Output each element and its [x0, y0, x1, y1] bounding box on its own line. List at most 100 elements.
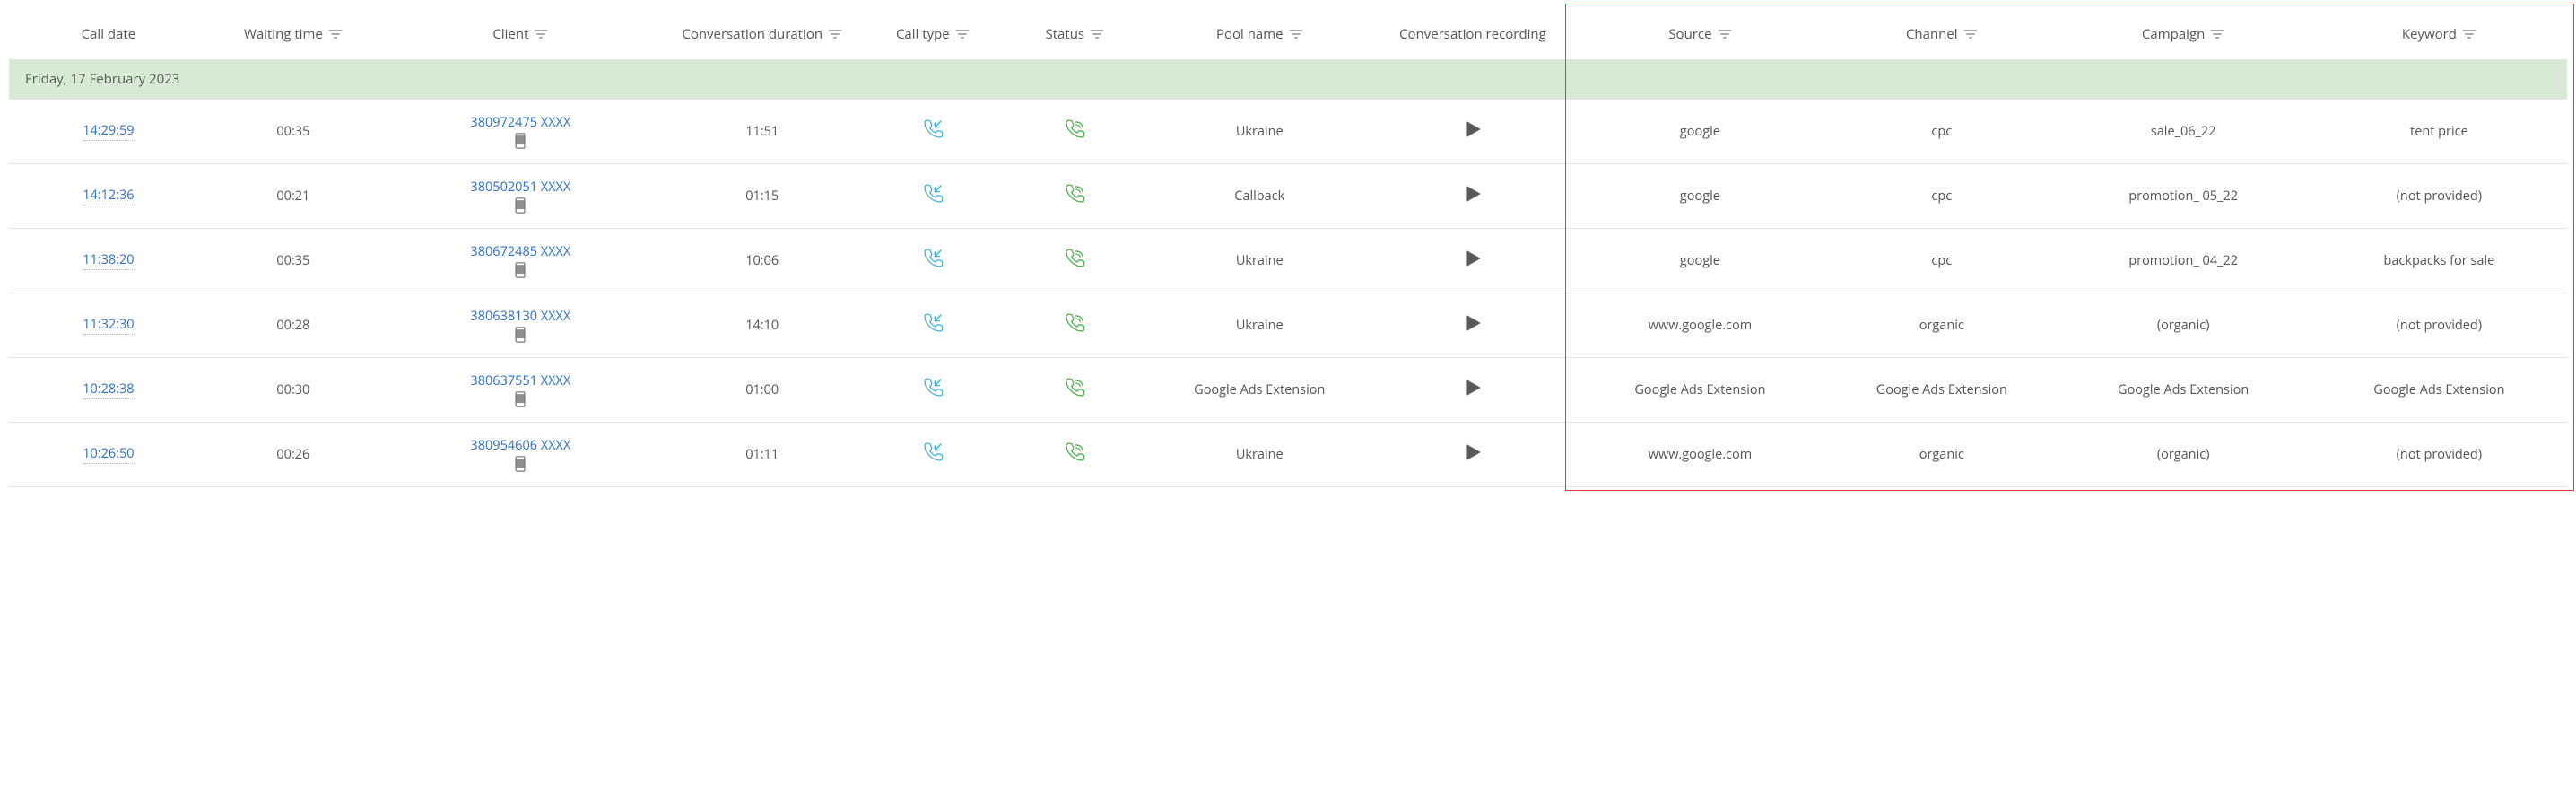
keyword-cell: Google Ads Extension — [2311, 358, 2567, 423]
status-cell — [1004, 293, 1145, 358]
call-type-cell — [862, 164, 1004, 229]
keyword-cell: (not provided) — [2311, 423, 2567, 487]
answered-call-icon — [1063, 118, 1086, 141]
call-type-cell — [862, 293, 1004, 358]
answered-call-icon — [1063, 182, 1086, 205]
channel-cell: Google Ads Extension — [1828, 358, 2056, 423]
col-header-channel[interactable]: Channel — [1828, 9, 2056, 59]
col-header-label: Client — [492, 25, 528, 43]
col-header-label: Source — [1668, 25, 1711, 43]
duration-cell: 01:00 — [663, 358, 862, 423]
channel-cell: organic — [1828, 423, 2056, 487]
channel-cell: cpc — [1828, 164, 2056, 229]
campaign-cell: (organic) — [2056, 293, 2311, 358]
filter-icon — [328, 28, 343, 40]
col-header-label: Channel — [1906, 25, 1958, 43]
col-header-label: Keyword — [2402, 25, 2457, 43]
col-header-label: Campaign — [2142, 25, 2205, 43]
mobile-device-icon — [514, 262, 527, 278]
recording-cell[interactable] — [1373, 293, 1572, 358]
col-header-status[interactable]: Status — [1004, 9, 1145, 59]
pool-name-cell: Ukraine — [1146, 229, 1374, 293]
client-number-link[interactable]: 380637551 XXXX — [470, 372, 570, 389]
play-icon[interactable] — [1463, 378, 1483, 398]
filter-icon — [1963, 28, 1978, 40]
answered-call-icon — [1063, 247, 1086, 270]
date-group-row: Friday, 17 February 2023 — [9, 59, 2567, 100]
source-cell: google — [1572, 164, 1828, 229]
answered-call-icon — [1063, 376, 1086, 399]
recording-cell[interactable] — [1373, 100, 1572, 164]
client-number-link[interactable]: 380672485 XXXX — [470, 243, 570, 260]
recording-cell[interactable] — [1373, 423, 1572, 487]
col-header-keyword[interactable]: Keyword — [2311, 9, 2567, 59]
source-cell: Google Ads Extension — [1572, 358, 1828, 423]
col-header-pool[interactable]: Pool name — [1146, 9, 1374, 59]
client-number-link[interactable]: 380502051 XXXX — [470, 179, 570, 196]
col-header-source[interactable]: Source — [1572, 9, 1828, 59]
col-header-label: Pool name — [1216, 25, 1284, 43]
pool-name-cell: Ukraine — [1146, 293, 1374, 358]
col-header-campaign[interactable]: Campaign — [2056, 9, 2311, 59]
table-row: 10:28:38 00:30 380637551 XXXX 01:00 Google A… — [9, 358, 2567, 423]
status-cell — [1004, 358, 1145, 423]
play-icon[interactable] — [1463, 184, 1483, 204]
waiting-time-cell: 00:30 — [208, 358, 379, 423]
col-header-label: Call type — [896, 25, 950, 43]
call-time-link[interactable]: 10:26:50 — [83, 446, 134, 464]
incoming-call-icon — [921, 376, 944, 399]
pool-name-cell: Ukraine — [1146, 423, 1374, 487]
play-icon[interactable] — [1463, 442, 1483, 462]
incoming-call-icon — [921, 311, 944, 335]
status-cell — [1004, 164, 1145, 229]
campaign-cell: Google Ads Extension — [2056, 358, 2311, 423]
table-row: 11:32:30 00:28 380638130 XXXX 14:10 Ukraine w… — [9, 293, 2567, 358]
col-header-duration[interactable]: Conversation duration — [663, 9, 862, 59]
channel-cell: organic — [1828, 293, 2056, 358]
table-row: 14:29:5900:35380972475 XXXX11:51Ukraineg… — [9, 100, 2567, 164]
play-icon[interactable] — [1463, 119, 1483, 139]
call-time-link[interactable]: 14:29:59 — [83, 123, 134, 141]
duration-cell: 10:06 — [663, 229, 862, 293]
recording-cell[interactable] — [1373, 164, 1572, 229]
col-header-label: Conversation recording — [1399, 25, 1546, 43]
call-time-link[interactable]: 11:38:20 — [83, 252, 134, 270]
recording-cell[interactable] — [1373, 358, 1572, 423]
source-cell: google — [1572, 229, 1828, 293]
call-time-link[interactable]: 10:28:38 — [83, 381, 134, 399]
recording-cell[interactable] — [1373, 229, 1572, 293]
col-header-call_type[interactable]: Call type — [862, 9, 1004, 59]
play-icon[interactable] — [1463, 313, 1483, 333]
channel-cell: cpc — [1828, 229, 2056, 293]
col-header-label: Conversation duration — [682, 25, 822, 43]
col-header-call_date: Call date — [9, 9, 208, 59]
campaign-cell: sale_06_22 — [2056, 100, 2311, 164]
col-header-waiting[interactable]: Waiting time — [208, 9, 379, 59]
call-time-link[interactable]: 11:32:30 — [83, 317, 134, 335]
client-number-link[interactable]: 380972475 XXXX — [470, 114, 570, 131]
col-header-label: Waiting time — [244, 25, 323, 43]
answered-call-icon — [1063, 441, 1086, 464]
waiting-time-cell: 00:35 — [208, 229, 379, 293]
filter-icon — [955, 28, 970, 40]
client-number-link[interactable]: 380638130 XXXX — [470, 308, 570, 325]
play-icon[interactable] — [1463, 249, 1483, 268]
source-cell: google — [1572, 100, 1828, 164]
table-header-row: Call date Waiting time Client Conversation … — [9, 9, 2567, 59]
call-time-link[interactable]: 14:12:36 — [83, 188, 134, 205]
waiting-time-cell: 00:26 — [208, 423, 379, 487]
campaign-cell: promotion_ 04_22 — [2056, 229, 2311, 293]
source-cell: www.google.com — [1572, 293, 1828, 358]
call-log-table: Call date Waiting time Client Conversation … — [9, 9, 2567, 487]
duration-cell: 01:11 — [663, 423, 862, 487]
call-type-cell — [862, 229, 1004, 293]
filter-icon — [2462, 28, 2476, 40]
source-cell: www.google.com — [1572, 423, 1828, 487]
duration-cell: 11:51 — [663, 100, 862, 164]
keyword-cell: tent price — [2311, 100, 2567, 164]
client-number-link[interactable]: 380954606 XXXX — [470, 437, 570, 454]
waiting-time-cell: 00:28 — [208, 293, 379, 358]
answered-call-icon — [1063, 311, 1086, 335]
duration-cell: 14:10 — [663, 293, 862, 358]
col-header-client[interactable]: Client — [379, 9, 663, 59]
